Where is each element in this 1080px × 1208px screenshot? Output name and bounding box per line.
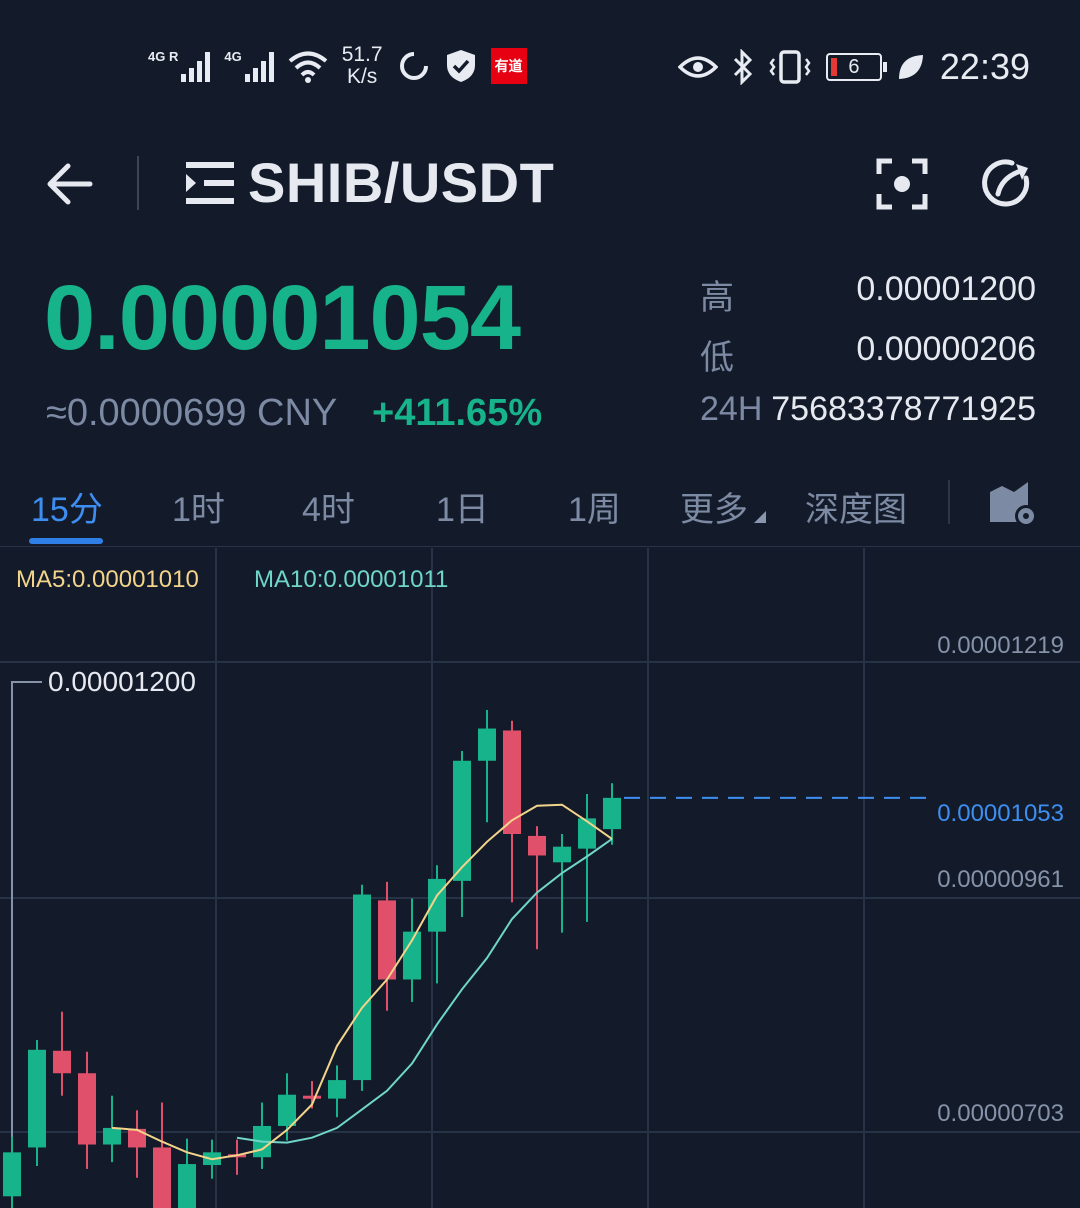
- wifi-icon: [288, 51, 327, 83]
- trading-pair-title[interactable]: SHIB/USDT: [248, 150, 554, 215]
- high-marker-label: 0.00001200: [48, 666, 196, 697]
- candlestick-chart[interactable]: MA5:0.00001010 MA10:0.00001011 0.0000121…: [0, 548, 1080, 1208]
- tab-15m[interactable]: 15分: [31, 482, 103, 531]
- ma10-legend: MA10:0.00001011: [254, 566, 449, 593]
- tab-more-label: 更多: [680, 491, 748, 529]
- candle-body: [603, 797, 621, 830]
- interval-tabs: 15分 1时 4时 1日 1周 更多 深度图: [0, 470, 1080, 547]
- price-change-percent: +411.65%: [372, 392, 543, 434]
- candle-body: [278, 1094, 296, 1126]
- dropdown-triangle-icon: [754, 511, 766, 523]
- ma5-legend: MA5:0.00001010: [16, 566, 199, 593]
- tab-1h[interactable]: 1时: [172, 482, 225, 531]
- candle-body: [3, 1152, 21, 1197]
- y-tick-label: 0.00001219: [937, 632, 1064, 659]
- back-arrow-icon[interactable]: [44, 160, 96, 208]
- top-nav-bar: SHIB/USDT: [0, 140, 1080, 230]
- pair-menu-icon[interactable]: [184, 160, 236, 206]
- chart-canvas: [0, 548, 1080, 1208]
- net-speed-value: 51.7: [341, 43, 383, 66]
- low-value: 0.00000206: [856, 330, 1036, 368]
- tab-4h[interactable]: 4时: [302, 482, 355, 531]
- candle-body: [28, 1049, 46, 1148]
- net-speed-unit: K/s: [346, 65, 378, 88]
- sync-icon: [399, 52, 428, 80]
- y-tick-label: 0.00000703: [937, 1100, 1064, 1127]
- battery-fill: [830, 58, 837, 76]
- header-divider: [137, 156, 139, 210]
- sim1-label: 4G R: [148, 49, 179, 64]
- high-row: 高 0.00001200: [700, 266, 1036, 326]
- tab-more[interactable]: 更多: [680, 482, 766, 531]
- vibrate-icon: [769, 50, 811, 84]
- leaf-icon: [898, 55, 923, 79]
- tabs-divider: [948, 480, 950, 524]
- battery-level: 6: [848, 55, 860, 78]
- sim1-signal-icon: 4G R: [148, 49, 211, 82]
- candle-body: [303, 1095, 321, 1099]
- last-price: 0.00001054: [44, 267, 521, 369]
- candle-body: [578, 818, 596, 849]
- status-bar: 4G R 4G 51.7 K/s 有道 6 22:39: [0, 0, 1080, 130]
- low-row: 低 0.00000206: [700, 326, 1036, 386]
- candle-body: [503, 730, 521, 834]
- low-label: 低: [700, 339, 734, 377]
- sim2-label: 4G: [224, 49, 242, 64]
- sim2-signal-icon: 4G: [224, 49, 274, 82]
- candle-body: [478, 728, 496, 761]
- volume-row: 24H 75683378771925: [700, 386, 1036, 446]
- volume-value: 75683378771925: [771, 390, 1036, 428]
- candle-body: [153, 1147, 171, 1208]
- high-value: 0.00001200: [856, 270, 1036, 308]
- share-icon[interactable]: [980, 156, 1036, 212]
- battery-icon: 6: [825, 53, 887, 81]
- bluetooth-icon: [733, 49, 753, 85]
- status-time: 22:39: [939, 46, 1030, 87]
- volume-label: 24H: [700, 390, 763, 428]
- candle-body: [553, 846, 571, 863]
- ticker-stats: 高 0.00001200 低 0.00000206 24H 7568337877…: [700, 266, 1036, 446]
- eye-icon: [677, 56, 718, 78]
- scan-icon[interactable]: [876, 158, 928, 210]
- candle-body: [53, 1050, 71, 1074]
- high-label: 高: [700, 279, 734, 317]
- candle-body: [353, 894, 371, 1081]
- net-speed: 51.7 K/s: [342, 44, 383, 88]
- current-price-label: 0.00001053: [937, 800, 1064, 827]
- tab-depth[interactable]: 深度图: [805, 482, 907, 531]
- candle-body: [528, 835, 546, 856]
- candle-body: [328, 1080, 346, 1099]
- y-tick-label: 0.00000961: [937, 866, 1064, 893]
- candle-body: [453, 760, 471, 881]
- chart-settings-icon[interactable]: [988, 478, 1040, 530]
- status-left: 4G R 4G 51.7 K/s 有道: [148, 40, 527, 92]
- tab-1d[interactable]: 1日: [436, 482, 489, 531]
- candle-body: [378, 900, 396, 980]
- youdao-badge-text: 有道: [494, 58, 523, 74]
- tab-1w[interactable]: 1周: [568, 482, 621, 531]
- candle-body: [78, 1073, 96, 1145]
- status-right: 6 22:39: [677, 44, 1030, 90]
- candle-body: [103, 1127, 121, 1145]
- shield-icon: [446, 50, 475, 82]
- candle-body: [128, 1128, 146, 1148]
- active-tab-indicator: [29, 538, 103, 544]
- candle-body: [178, 1164, 196, 1208]
- youdao-app-icon: 有道: [490, 48, 527, 84]
- cny-value: ≈0.0000699 CNY: [46, 392, 338, 434]
